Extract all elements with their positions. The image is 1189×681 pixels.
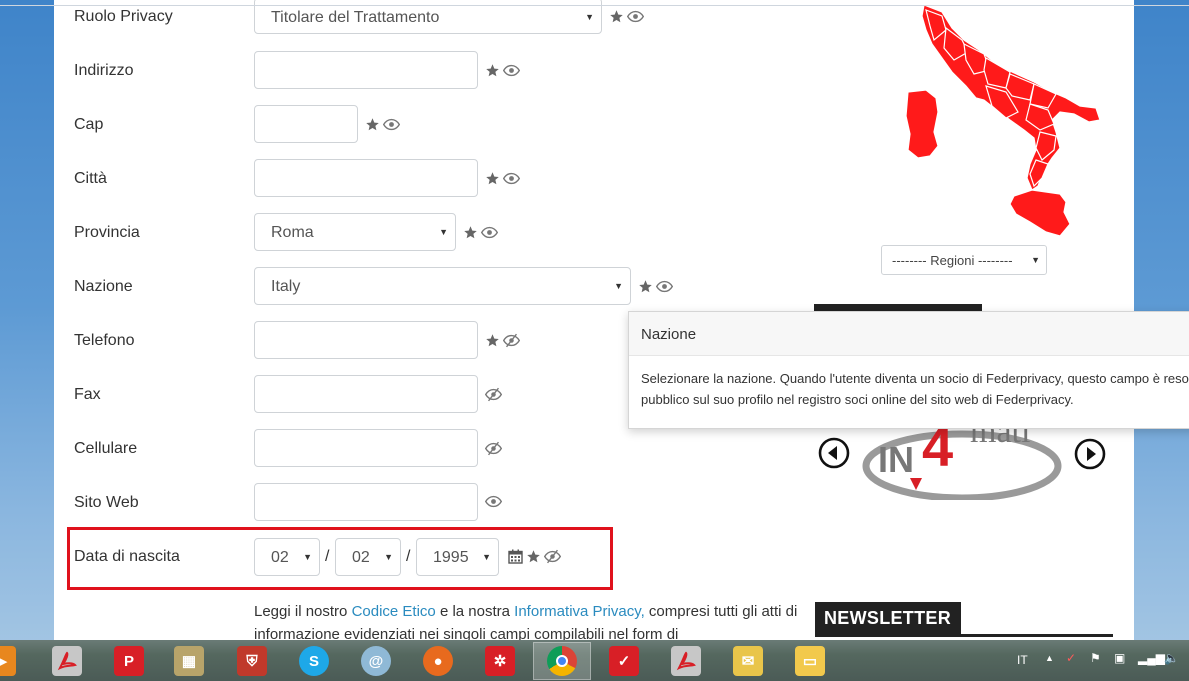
text-input[interactable] — [254, 51, 478, 89]
chevron-down-icon: ▼ — [1031, 255, 1040, 265]
tooltip-body: Selezionare la nazione. Quando l'utente … — [641, 371, 1189, 407]
star-icon[interactable] — [485, 333, 500, 348]
firefox-icon[interactable]: ● — [423, 646, 453, 676]
windows-taskbar: ▶ P ▦ ⛨ S @ ● ✲ ✓ ✉ ▭ IT ▲ ✓ ⚑ ▣ ▂▄▆ 🔈 — [0, 640, 1189, 681]
chevron-down-icon: ▼ — [439, 227, 448, 237]
select-value: Titolare del Trattamento — [271, 9, 440, 26]
carousel-prev-button[interactable] — [818, 437, 850, 469]
antivirus-icon[interactable]: ✓ — [609, 646, 639, 676]
chevron-down-icon: ▼ — [585, 12, 594, 22]
select-field[interactable]: Italy ▼ — [254, 267, 631, 305]
text-input[interactable] — [254, 159, 478, 197]
tray-overflow-icon[interactable]: ▲ — [1045, 653, 1054, 663]
star-icon[interactable] — [485, 63, 500, 78]
field-icons — [485, 63, 520, 78]
eye-icon[interactable] — [656, 280, 673, 293]
chevron-down-icon: ▼ — [614, 281, 623, 291]
italy-regions — [905, 4, 1101, 237]
regioni-value: -------- Regioni -------- — [892, 253, 1013, 268]
star-icon[interactable] — [638, 279, 653, 294]
field-icons — [485, 387, 502, 402]
select-field[interactable]: Roma ▼ — [254, 213, 456, 251]
device-tray-icon[interactable]: ▣ — [1114, 651, 1125, 665]
star-icon[interactable] — [365, 117, 380, 132]
eye-slash-icon[interactable] — [485, 441, 502, 456]
skype-icon[interactable]: S — [299, 646, 329, 676]
acrobat-icon[interactable] — [671, 646, 701, 676]
field-icons — [485, 171, 520, 186]
field-label: Provincia — [74, 224, 140, 241]
field-label: Cap — [74, 116, 104, 133]
file-explorer-icon[interactable]: ▭ — [795, 646, 825, 676]
email-icon[interactable]: @ — [361, 646, 391, 676]
newsletter-section: NEWSLETTER — [815, 602, 1113, 637]
media-player-icon[interactable]: ▶ — [0, 646, 16, 676]
star-icon[interactable] — [463, 225, 478, 240]
legal-prefix: Leggi il nostro — [254, 603, 352, 620]
network-signal-icon[interactable]: ▂▄▆ — [1138, 651, 1165, 665]
select-value: Italy — [271, 278, 301, 295]
top-divider — [0, 5, 1189, 6]
eye-icon[interactable] — [383, 118, 400, 131]
field-icons — [638, 279, 673, 294]
birthdate-highlight — [67, 527, 613, 590]
eye-icon[interactable] — [627, 10, 644, 23]
mail-folder-icon[interactable]: ✉ — [733, 646, 763, 676]
eye-icon[interactable] — [485, 495, 502, 508]
field-icons — [485, 333, 520, 348]
flag-tray-icon[interactable]: ⚑ — [1090, 651, 1101, 665]
field-label: Cellulare — [74, 440, 138, 457]
svg-text:IN: IN — [878, 439, 914, 480]
text-input[interactable] — [254, 483, 478, 521]
legal-text: Leggi il nostro Codice Etico e la nostra… — [254, 600, 799, 640]
star-icon[interactable] — [609, 9, 624, 24]
text-input[interactable] — [254, 429, 478, 467]
eye-icon[interactable] — [481, 226, 498, 239]
field-label: Ruolo Privacy — [74, 8, 173, 25]
star-icon[interactable] — [485, 171, 500, 186]
select-value: Roma — [271, 224, 314, 241]
acrobat-icon[interactable] — [52, 646, 82, 676]
nazione-tooltip: Nazione Selezionare la nazione. Quando l… — [628, 311, 1189, 429]
newsletter-title: NEWSLETTER — [815, 602, 961, 634]
tooltip-title: Nazione — [629, 312, 1189, 356]
antivirus-tray-icon[interactable]: ✓ — [1066, 651, 1076, 665]
legal-middle: e la nostra — [435, 603, 515, 620]
p-app-icon[interactable]: P — [114, 646, 144, 676]
regioni-select[interactable]: -------- Regioni -------- ▼ — [881, 245, 1047, 275]
field-icons — [485, 495, 502, 508]
field-label: Indirizzo — [74, 62, 134, 79]
field-label: Telefono — [74, 332, 135, 349]
field-icons — [609, 9, 644, 24]
text-input[interactable] — [254, 105, 358, 143]
field-label: Nazione — [74, 278, 133, 295]
field-label: Sito Web — [74, 494, 139, 511]
italy-map[interactable] — [834, 0, 1124, 245]
carousel-next-button[interactable] — [1074, 438, 1106, 470]
field-icons — [365, 117, 400, 132]
informativa-privacy-link[interactable]: Informativa Privacy, — [514, 603, 645, 620]
language-indicator[interactable]: IT — [1017, 653, 1028, 667]
field-label: Fax — [74, 386, 101, 403]
field-icons — [463, 225, 498, 240]
eye-slash-icon[interactable] — [485, 387, 502, 402]
volume-icon[interactable]: 🔈 — [1164, 651, 1179, 665]
eye-icon[interactable] — [503, 172, 520, 185]
eye-icon[interactable] — [503, 64, 520, 77]
field-label: Città — [74, 170, 107, 187]
in4mati-logo[interactable]: IN 4 mati — [862, 418, 1062, 500]
field-icons — [485, 441, 502, 456]
text-input[interactable] — [254, 375, 478, 413]
network-app-icon[interactable]: ✲ — [485, 646, 515, 676]
codice-etico-link[interactable]: Codice Etico — [352, 603, 436, 620]
eye-slash-icon[interactable] — [503, 333, 520, 348]
archive-icon[interactable]: ▦ — [174, 646, 204, 676]
chrome-icon[interactable] — [547, 646, 577, 676]
text-input[interactable] — [254, 321, 478, 359]
shield-icon[interactable]: ⛨ — [237, 646, 267, 676]
